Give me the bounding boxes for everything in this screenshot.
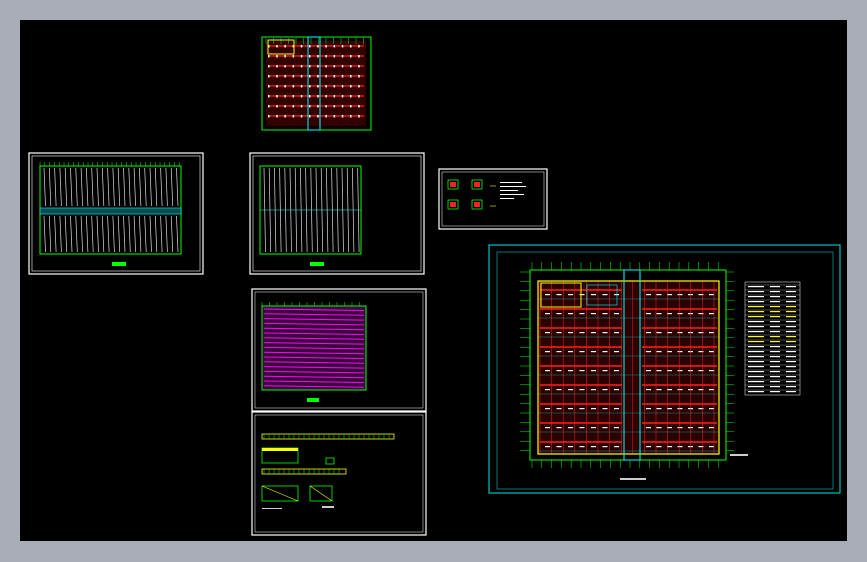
magenta-title-mark	[307, 398, 319, 402]
roof-left-title-mark	[112, 262, 126, 266]
sheet-top-plan[interactable]	[261, 36, 372, 131]
main-plan-title	[620, 478, 646, 480]
cad-drawing-canvas[interactable]	[0, 0, 867, 562]
model-space[interactable]	[20, 20, 847, 541]
main-plan-note	[730, 454, 748, 456]
roof-right-title-mark	[310, 262, 324, 266]
